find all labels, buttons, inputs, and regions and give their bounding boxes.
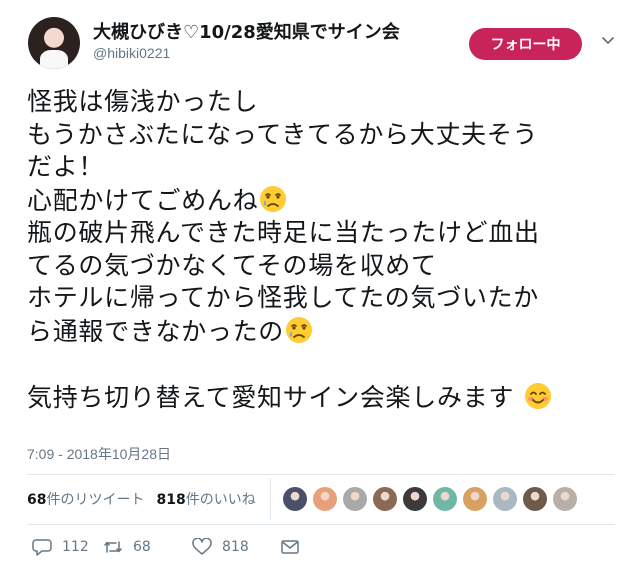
stats-divider bbox=[270, 478, 271, 520]
tweet-line: ホテルに帰ってから怪我してたの気づいたか bbox=[27, 283, 540, 312]
tweet-timestamp[interactable]: 7:09 - 2018年10月28日 bbox=[27, 444, 171, 464]
liker-avatars bbox=[283, 487, 577, 511]
tweet-line: 気持ち切り替えて愛知サイン会楽しみます bbox=[27, 381, 625, 415]
smiling-face-icon bbox=[524, 382, 551, 409]
liker-avatar[interactable] bbox=[463, 487, 487, 511]
liker-avatar[interactable] bbox=[373, 487, 397, 511]
tweet-line: 瓶の破片飛んできた時足に当たったけど血出 bbox=[27, 218, 540, 247]
envelope-icon bbox=[281, 540, 299, 554]
retweet-icon bbox=[104, 541, 122, 553]
display-name[interactable]: 大槻ひびき♡10/28愛知県でサイン会 bbox=[93, 18, 400, 44]
tweet-text: 怪我は傷浅かったし もうかさぶたになってきてるから大丈夫そう だよ！ 心配かけて… bbox=[27, 86, 625, 414]
liker-avatar[interactable] bbox=[433, 487, 457, 511]
user-handle[interactable]: @hibiki0221 bbox=[93, 45, 170, 61]
avatar[interactable] bbox=[28, 17, 80, 69]
retweet-count-link[interactable]: 68件のリツイート bbox=[27, 489, 144, 509]
tweet-actions: 112 68 818 bbox=[32, 538, 300, 556]
tweet-line: もうかさぶたになってきてるから大丈夫そう bbox=[27, 119, 539, 149]
like-button[interactable]: 818 bbox=[192, 538, 280, 556]
tweet-line: てるの気づかなくてその場を収めて bbox=[27, 250, 437, 280]
heart-icon bbox=[192, 538, 212, 555]
tweet-line: ら通報できなかったの bbox=[27, 315, 625, 349]
tweet-line: だよ！ bbox=[27, 152, 105, 181]
liker-avatar[interactable] bbox=[283, 487, 307, 511]
tweet-line: 心配かけてごめんね bbox=[27, 184, 625, 218]
crying-face-icon bbox=[260, 185, 287, 212]
divider bbox=[27, 524, 615, 525]
liker-avatar[interactable] bbox=[313, 487, 337, 511]
tweet-line: 怪我は傷浅かったし bbox=[27, 87, 259, 116]
like-count: 818 bbox=[222, 539, 249, 555]
reply-count: 112 bbox=[62, 539, 89, 555]
retweet-button[interactable]: 68 bbox=[103, 538, 192, 556]
following-button[interactable]: フォロー中 bbox=[469, 28, 582, 60]
reply-icon bbox=[32, 539, 52, 556]
reply-button[interactable]: 112 bbox=[32, 538, 103, 556]
retweet-count: 68 bbox=[133, 539, 151, 555]
crying-face-icon bbox=[286, 316, 313, 343]
engagement-stats: 68件のリツイート 818件のいいね bbox=[27, 489, 256, 509]
chevron-down-icon[interactable] bbox=[601, 33, 615, 47]
direct-message-button[interactable] bbox=[280, 538, 300, 556]
liker-avatar[interactable] bbox=[343, 487, 367, 511]
liker-avatar[interactable] bbox=[523, 487, 547, 511]
divider bbox=[27, 474, 615, 475]
liker-avatar[interactable] bbox=[493, 487, 517, 511]
like-count-link[interactable]: 818件のいいね bbox=[156, 489, 255, 509]
liker-avatar[interactable] bbox=[403, 487, 427, 511]
liker-avatar[interactable] bbox=[553, 487, 577, 511]
tweet-line bbox=[27, 348, 625, 381]
